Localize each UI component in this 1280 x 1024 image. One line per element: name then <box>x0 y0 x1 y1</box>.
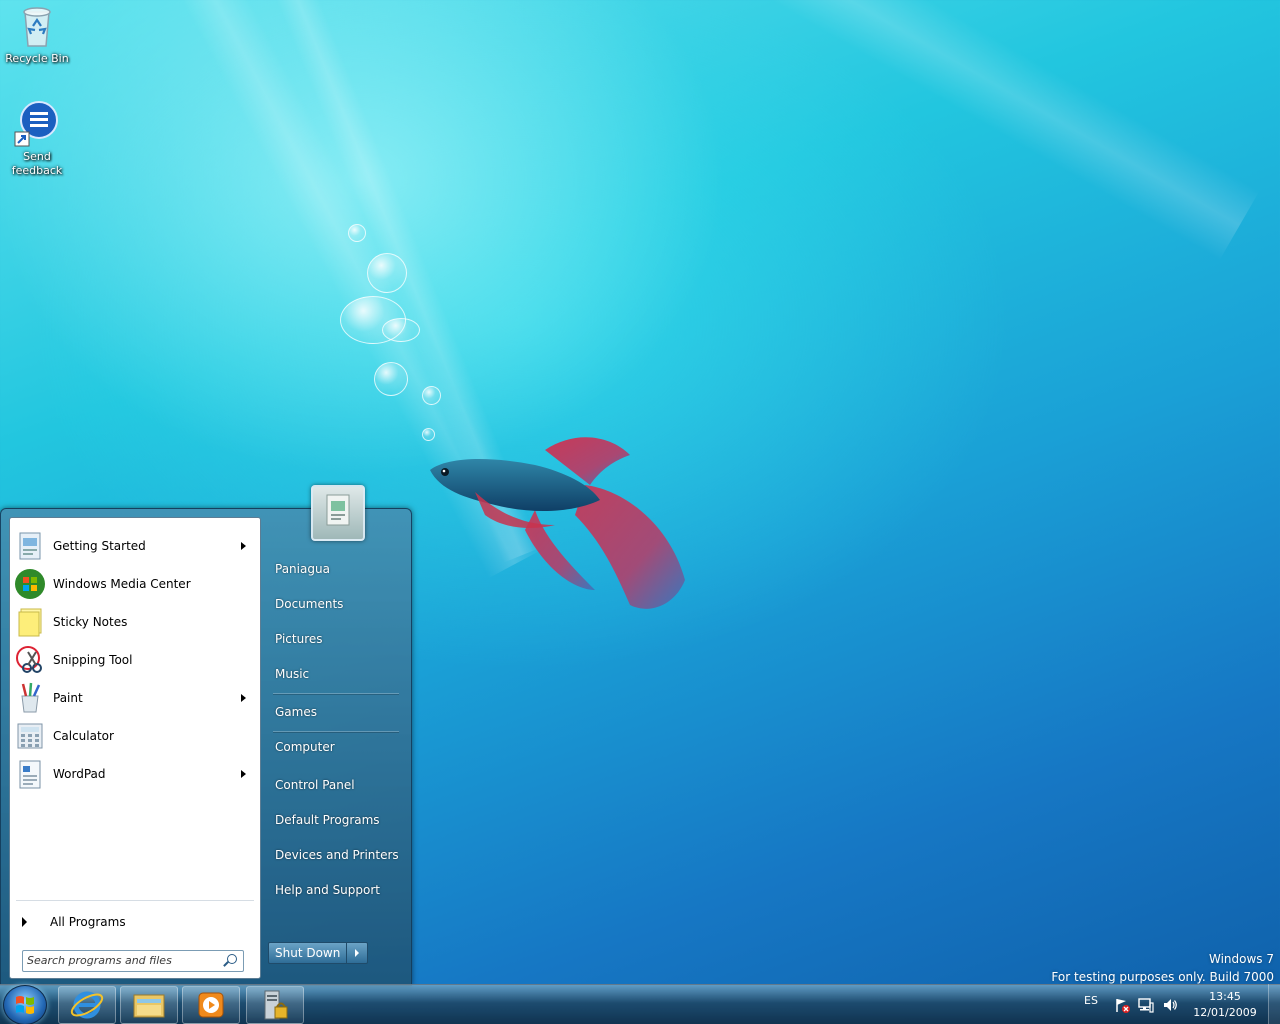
program-label: Snipping Tool <box>53 653 133 667</box>
calculator-icon <box>14 720 46 752</box>
submenu-arrow-icon[interactable] <box>241 542 246 550</box>
action-center-flag-icon[interactable] <box>1114 997 1130 1013</box>
places-item-user[interactable]: Paniagua <box>275 562 330 576</box>
betta-fish-wallpaper <box>430 437 685 609</box>
taskbar-media-player[interactable] <box>182 986 240 1024</box>
desktop-icon-label-line1: Send <box>23 150 51 163</box>
places-item-help-support[interactable]: Help and Support <box>275 883 380 897</box>
build-watermark: Windows 7 For testing purposes only. Bui… <box>1051 950 1274 986</box>
program-sticky-notes[interactable]: Sticky Notes <box>12 604 258 640</box>
taskbar-windows-explorer[interactable] <box>120 986 178 1024</box>
server-lock-icon <box>264 990 288 1020</box>
places-pane: Paniagua Documents Pictures Music Games … <box>263 485 411 985</box>
start-button[interactable] <box>3 985 47 1024</box>
places-item-games[interactable]: Games <box>275 705 317 719</box>
windows-logo-icon <box>16 996 34 1014</box>
shutdown-group: Shut Down <box>268 942 369 964</box>
program-label: Getting Started <box>53 539 146 553</box>
program-getting-started[interactable]: Getting Started <box>12 528 258 564</box>
all-programs-label: All Programs <box>50 915 126 929</box>
network-icon[interactable] <box>1138 997 1154 1013</box>
submenu-arrow-icon[interactable] <box>241 694 246 702</box>
program-windows-media-center[interactable]: Windows Media Center <box>12 566 258 602</box>
search-icon[interactable] <box>227 954 237 964</box>
places-item-devices-printers[interactable]: Devices and Printers <box>275 848 399 862</box>
desktop-icon-send-feedback[interactable]: Send feedback <box>0 100 74 178</box>
start-menu: Getting Started Windows Media Center Sti… <box>0 485 412 986</box>
program-paint[interactable]: Paint <box>12 680 258 716</box>
clock-time: 13:45 <box>1209 990 1241 1003</box>
search-input[interactable] <box>23 951 217 969</box>
sticky-notes-icon <box>14 606 46 638</box>
program-label: WordPad <box>53 767 106 781</box>
places-item-documents[interactable]: Documents <box>275 597 343 611</box>
shutdown-options-arrow-icon[interactable] <box>347 942 369 964</box>
snipping-tool-icon <box>14 644 46 676</box>
program-wordpad[interactable]: WordPad <box>12 756 258 792</box>
desktop-icon-label: Recycle Bin <box>5 52 69 65</box>
taskbar-server-lock[interactable] <box>246 986 304 1024</box>
program-label: Sticky Notes <box>53 615 128 629</box>
clock-date: 12/01/2009 <box>1193 1006 1257 1019</box>
watermark-os: Windows 7 <box>1208 952 1274 966</box>
program-label: Windows Media Center <box>53 577 191 591</box>
wordpad-icon <box>14 758 46 790</box>
system-clock[interactable]: 13:45 12/01/2009 <box>1185 989 1265 1021</box>
program-label: Paint <box>53 691 83 705</box>
shutdown-button[interactable]: Shut Down <box>268 942 348 964</box>
windows-explorer-icon <box>133 994 165 1018</box>
all-programs-arrow-icon <box>22 917 27 927</box>
show-desktop-button[interactable] <box>1268 984 1280 1024</box>
all-programs-button[interactable]: All Programs <box>16 910 252 934</box>
bubble <box>374 362 408 396</box>
desktop-icon-label-line2: feedback <box>11 164 63 177</box>
places-item-pictures[interactable]: Pictures <box>275 632 323 646</box>
program-label: Calculator <box>53 729 114 743</box>
bubble <box>367 253 407 293</box>
recycle-bin-icon <box>13 2 61 50</box>
places-separator <box>273 731 399 733</box>
volume-icon[interactable] <box>1162 997 1178 1013</box>
user-picture[interactable] <box>311 485 365 541</box>
desktop-icon-recycle-bin[interactable]: Recycle Bin <box>0 2 74 66</box>
language-indicator[interactable]: ES <box>1084 994 1098 1007</box>
places-item-computer[interactable]: Computer <box>275 740 335 754</box>
program-calculator[interactable]: Calculator <box>12 718 258 754</box>
program-snipping-tool[interactable]: Snipping Tool <box>12 642 258 678</box>
search-box[interactable] <box>22 950 244 972</box>
bubble <box>348 224 366 242</box>
internet-explorer-icon <box>70 991 104 1019</box>
media-center-icon <box>14 568 46 600</box>
programs-pane: Getting Started Windows Media Center Sti… <box>9 517 261 979</box>
getting-started-icon <box>14 530 46 562</box>
places-item-default-programs[interactable]: Default Programs <box>275 813 380 827</box>
submenu-arrow-icon[interactable] <box>241 770 246 778</box>
paint-icon <box>14 682 46 714</box>
places-separator <box>273 693 399 695</box>
media-player-icon <box>198 992 224 1018</box>
programs-separator <box>16 900 254 901</box>
send-feedback-icon <box>13 100 61 148</box>
bubble <box>422 386 441 405</box>
places-item-control-panel[interactable]: Control Panel <box>275 778 355 792</box>
taskbar-internet-explorer[interactable] <box>58 986 116 1024</box>
user-picture-icon <box>326 494 350 526</box>
bubble <box>382 318 420 342</box>
light-ray <box>700 0 1260 261</box>
places-item-music[interactable]: Music <box>275 667 309 681</box>
